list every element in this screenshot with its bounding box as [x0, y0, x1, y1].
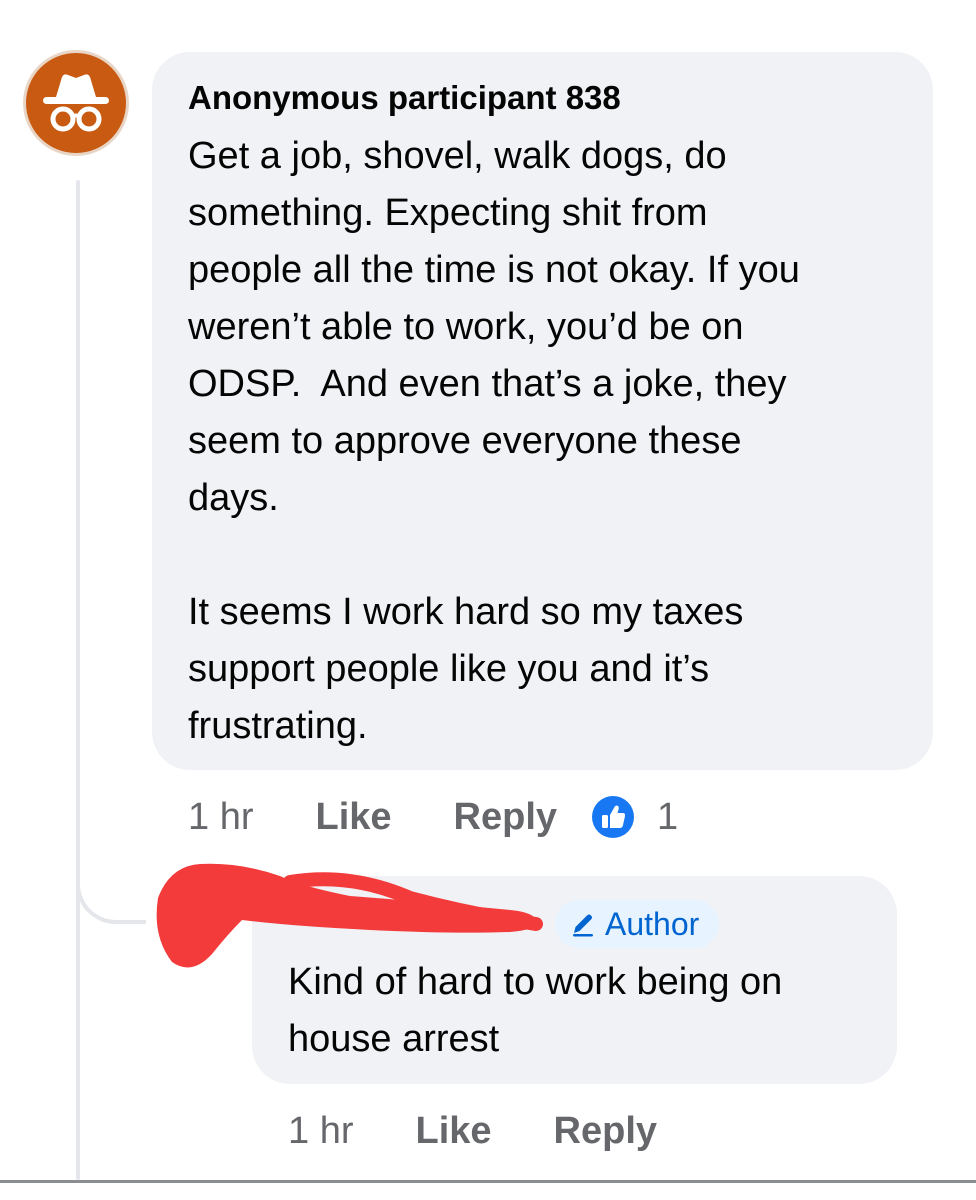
- reply-timestamp[interactable]: 1 hr: [288, 1110, 353, 1153]
- comment-bubble: Anonymous participant 838 Get a job, sho…: [152, 52, 933, 770]
- comment-actions: 1 hr Like Reply 1: [188, 792, 678, 842]
- reply-button[interactable]: Reply: [554, 1110, 657, 1153]
- reply-actions: 1 hr Like Reply: [288, 1106, 719, 1156]
- redaction-scribble: [156, 863, 543, 968]
- incognito-icon: [43, 74, 109, 132]
- reaction-count[interactable]: 1: [657, 796, 678, 839]
- reply-button[interactable]: Reply: [454, 796, 557, 839]
- avatar-anonymous[interactable]: [23, 50, 129, 156]
- comment-text: Get a job, shovel, walk dogs, do somethi…: [188, 135, 800, 747]
- comment-author-name[interactable]: Anonymous participant 838: [188, 78, 897, 118]
- author-badge-label: Author: [605, 905, 700, 942]
- reply-connector: [76, 840, 146, 924]
- thumbs-up-icon[interactable]: [591, 795, 635, 839]
- pencil-icon: [573, 914, 593, 937]
- author-badge: Author: [555, 900, 720, 948]
- bottom-divider: [0, 1180, 976, 1183]
- thread-line: [76, 180, 80, 1180]
- like-button[interactable]: Like: [315, 796, 391, 839]
- comment-timestamp[interactable]: 1 hr: [188, 796, 253, 839]
- like-button[interactable]: Like: [415, 1110, 491, 1153]
